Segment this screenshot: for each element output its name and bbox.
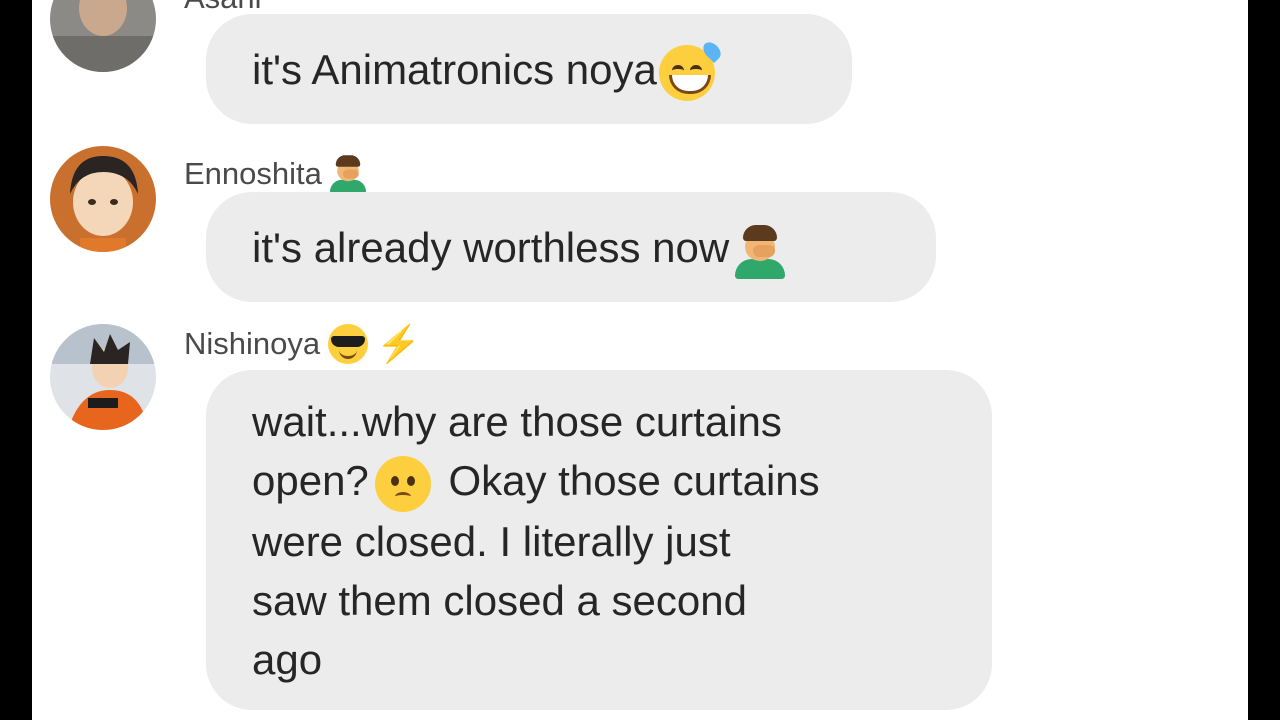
message-line: wait...why are those curtains — [252, 398, 782, 445]
message-line: open? Okay those curtains — [252, 451, 946, 512]
message-text: Okay those curtains — [436, 457, 820, 504]
sender-name-nishinoya: Nishinoya ⚡ — [184, 324, 421, 364]
lightning-emoji: ⚡ — [376, 323, 421, 364]
man-facepalming-emoji — [735, 223, 786, 279]
message-line: were closed. I literally just — [252, 517, 731, 565]
avatar-ennoshita[interactable] — [50, 146, 156, 252]
message-bubble[interactable]: it's Animatronics noya — [206, 14, 852, 124]
message-line: ago — [252, 635, 323, 683]
avatar-asahi[interactable] — [50, 0, 156, 72]
message-text: it's already worthless now — [252, 224, 730, 271]
message-line: saw them closed a second — [252, 576, 747, 624]
message-text: it's Animatronics noya — [252, 46, 657, 93]
sunglasses-emoji — [328, 324, 369, 364]
avatar-nishinoya[interactable] — [50, 324, 156, 430]
grinning-sweat-emoji — [658, 38, 724, 101]
letterbox-left — [0, 0, 32, 720]
confused-face-emoji — [374, 455, 431, 512]
message-bubble[interactable]: wait...why are those curtains open? Okay… — [206, 370, 992, 710]
message-text: open? — [252, 457, 369, 504]
chat-thread[interactable]: Asahi it's Animatronics noya Ennoshita i… — [32, 0, 1248, 720]
letterbox-right — [1248, 0, 1280, 720]
sender-name: Ennoshita — [184, 156, 322, 191]
message-bubble[interactable]: it's already worthless now — [206, 192, 936, 302]
man-facepalming-emoji — [329, 154, 366, 195]
sender-name: Nishinoya — [184, 326, 321, 361]
